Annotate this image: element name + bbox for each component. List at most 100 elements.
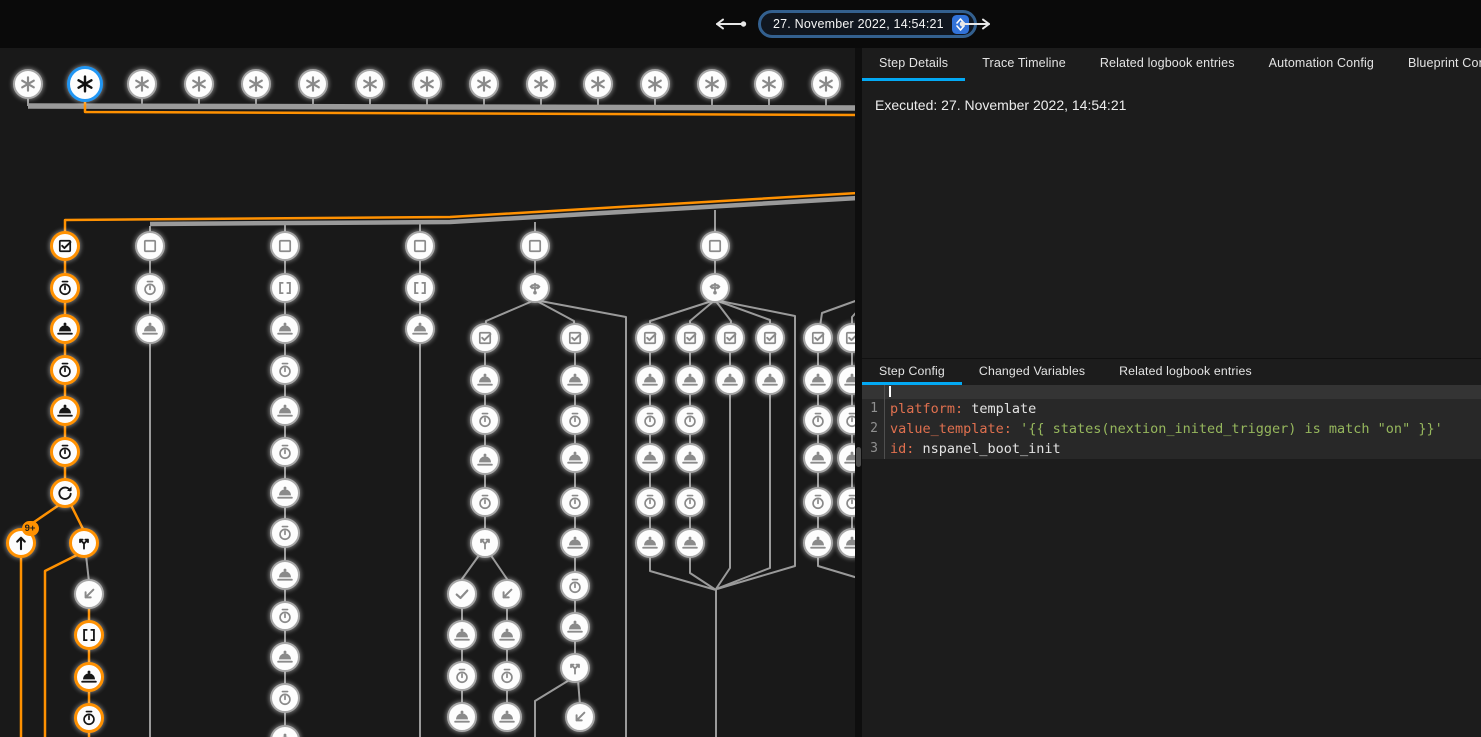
trace-node-service[interactable]: [270, 314, 300, 344]
trace-node-square[interactable]: [700, 231, 730, 261]
trace-node-service[interactable]: [447, 620, 477, 650]
trace-node-service[interactable]: [675, 365, 705, 395]
trace-node-asterisk[interactable]: [298, 69, 328, 99]
trace-node-checkbox[interactable]: [470, 323, 500, 353]
trace-node-square[interactable]: [405, 231, 435, 261]
trace-node-timer[interactable]: [560, 571, 590, 601]
trace-node-split[interactable]: [470, 528, 500, 558]
next-run-button[interactable]: [956, 17, 994, 31]
trace-node-asterisk[interactable]: [412, 69, 442, 99]
trace-node-timer[interactable]: [74, 703, 104, 733]
trace-node-service[interactable]: [635, 365, 665, 395]
trace-node-service[interactable]: [270, 396, 300, 426]
yaml-code-block[interactable]: 1platform: template2value_template: '{{ …: [862, 385, 1481, 459]
trace-node-timer[interactable]: [675, 487, 705, 517]
trace-node-service[interactable]: [492, 702, 522, 732]
trace-node-timer[interactable]: [135, 273, 165, 303]
trace-node-split[interactable]: [69, 528, 99, 558]
tab-step-details[interactable]: Step Details: [862, 48, 965, 81]
trace-node-timer[interactable]: [50, 273, 80, 303]
trace-node-asterisk[interactable]: [526, 69, 556, 99]
trace-node-checkbox[interactable]: [803, 323, 833, 353]
trace-node-timer[interactable]: [635, 487, 665, 517]
trace-node-service[interactable]: [405, 314, 435, 344]
trace-node-service[interactable]: [270, 560, 300, 590]
trace-node-arrow-down-left[interactable]: [565, 702, 595, 732]
trace-node-service[interactable]: [675, 443, 705, 473]
trace-node-service[interactable]: [135, 314, 165, 344]
trace-node-square[interactable]: [270, 231, 300, 261]
trace-node-service[interactable]: [470, 445, 500, 475]
trace-node-service[interactable]: [74, 662, 104, 692]
trace-node-service[interactable]: [50, 314, 80, 344]
trace-node-asterisk[interactable]: [184, 69, 214, 99]
tab-blueprint-config[interactable]: Blueprint Config: [1391, 48, 1481, 81]
trace-node-checkbox[interactable]: [755, 323, 785, 353]
trace-node-check[interactable]: [447, 579, 477, 609]
trace-node-checkbox[interactable]: [560, 323, 590, 353]
trace-node-service[interactable]: [270, 478, 300, 508]
trace-node-brackets[interactable]: [405, 273, 435, 303]
trace-node-timer[interactable]: [270, 683, 300, 713]
trace-node-service[interactable]: [560, 365, 590, 395]
tab-related-logbook-entries[interactable]: Related logbook entries: [1083, 48, 1252, 81]
trace-node-service[interactable]: [560, 612, 590, 642]
trace-node-timer[interactable]: [635, 405, 665, 435]
trace-graph-canvas[interactable]: 9+: [0, 48, 862, 737]
trace-node-service[interactable]: [560, 528, 590, 558]
trace-node-asterisk[interactable]: [127, 69, 157, 99]
tab-related-logbook-entries[interactable]: Related logbook entries: [1102, 359, 1269, 385]
trace-node-arrow-down-left[interactable]: [74, 579, 104, 609]
trace-node-timer[interactable]: [50, 355, 80, 385]
trace-node-service[interactable]: [470, 365, 500, 395]
trace-node-timer[interactable]: [270, 518, 300, 548]
trace-node-service[interactable]: [492, 620, 522, 650]
trace-node-timer[interactable]: [675, 405, 705, 435]
trace-node-checkbox[interactable]: [635, 323, 665, 353]
trace-node-square[interactable]: [520, 231, 550, 261]
trace-node-timer[interactable]: [803, 487, 833, 517]
trace-node-asterisk[interactable]: [583, 69, 613, 99]
tab-step-config[interactable]: Step Config: [862, 359, 962, 385]
trace-node-timer[interactable]: [50, 437, 80, 467]
trace-node-timer[interactable]: [803, 405, 833, 435]
trace-node-asterisk[interactable]: [811, 69, 841, 99]
trace-node-asterisk[interactable]: [13, 69, 43, 99]
trace-node-asterisk[interactable]: [754, 69, 784, 99]
trace-node-refresh[interactable]: [50, 478, 80, 508]
trace-node-arrow-down-left[interactable]: [492, 579, 522, 609]
trace-node-asterisk[interactable]: [355, 69, 385, 99]
trace-node-asterisk[interactable]: [697, 69, 727, 99]
trace-node-asterisk[interactable]: [469, 69, 499, 99]
trace-node-split[interactable]: [560, 653, 590, 683]
trace-run-select[interactable]: 27. November 2022, 14:54:21: [758, 10, 977, 38]
trace-node-service[interactable]: [803, 443, 833, 473]
trace-node-timer[interactable]: [560, 405, 590, 435]
trace-node-service[interactable]: [715, 365, 745, 395]
tab-trace-timeline[interactable]: Trace Timeline: [965, 48, 1083, 81]
trace-node-service[interactable]: [447, 702, 477, 732]
trace-node-service[interactable]: [675, 528, 705, 558]
trace-node-asterisk-selected[interactable]: [67, 66, 103, 102]
trace-node-timer[interactable]: [560, 487, 590, 517]
trace-node-service[interactable]: [755, 365, 785, 395]
trace-node-service[interactable]: [270, 642, 300, 672]
trace-node-service[interactable]: [803, 365, 833, 395]
previous-run-button[interactable]: [712, 17, 750, 31]
trace-node-brackets[interactable]: [270, 273, 300, 303]
trace-node-square[interactable]: [135, 231, 165, 261]
trace-node-timer[interactable]: [492, 661, 522, 691]
trace-node-checkbox[interactable]: [675, 323, 705, 353]
trace-node-service[interactable]: [635, 528, 665, 558]
trace-node-decision[interactable]: [520, 273, 550, 303]
canvas-scrollbar-thumb[interactable]: [856, 447, 861, 467]
trace-node-timer[interactable]: [270, 437, 300, 467]
trace-node-brackets[interactable]: [74, 620, 104, 650]
trace-node-timer[interactable]: [270, 355, 300, 385]
trace-node-timer[interactable]: [470, 487, 500, 517]
trace-node-checkbox[interactable]: [50, 231, 80, 261]
trace-node-decision[interactable]: [700, 273, 730, 303]
trace-node-service[interactable]: [803, 528, 833, 558]
trace-node-asterisk[interactable]: [640, 69, 670, 99]
trace-node-checkbox[interactable]: [715, 323, 745, 353]
